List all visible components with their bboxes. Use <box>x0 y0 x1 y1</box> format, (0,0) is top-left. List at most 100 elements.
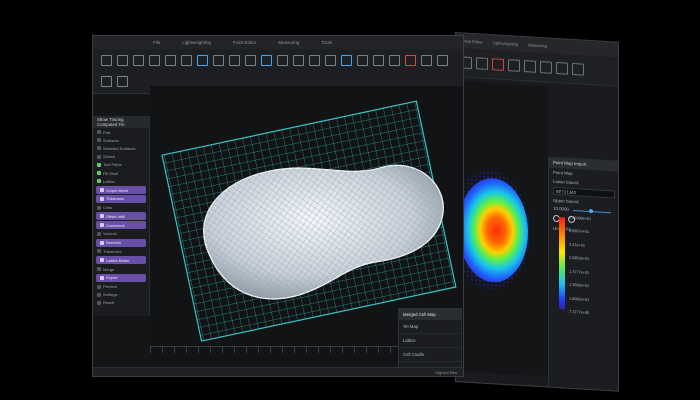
grid-icon[interactable] <box>293 55 304 67</box>
node-icon <box>97 146 101 151</box>
redo-icon[interactable] <box>165 55 176 67</box>
tree-header[interactable]: Show Tracing Computed Fin <box>93 116 149 128</box>
offset-icon[interactable] <box>325 55 336 67</box>
undo-icon[interactable] <box>149 55 160 67</box>
tree-item[interactable]: Conformal <box>96 221 146 230</box>
cell-map-panel: Merged Cell Map Tet Map Lattice Cell Cra… <box>398 308 462 376</box>
legend-value: 2.0953e+01 <box>569 256 590 262</box>
tree-item-label: Fill Shell <box>103 170 119 176</box>
select-icon[interactable] <box>181 55 192 67</box>
tree-item[interactable]: Export <box>96 273 146 282</box>
front-tab-bar: File Lightweighting Point Editor Measuri… <box>93 36 463 49</box>
resolution-status[interactable]: Highest Res <box>435 370 457 375</box>
tree-item[interactable]: Result <box>93 299 149 307</box>
save-icon[interactable] <box>133 55 144 67</box>
tree-item[interactable]: Remesh <box>96 238 146 247</box>
legend-value: 1.3688e+01 <box>569 282 590 289</box>
rotate-icon[interactable] <box>437 55 448 67</box>
cell-map-option[interactable]: Cell Cradle <box>399 348 461 362</box>
tree-item[interactable]: Thickened <box>93 247 149 255</box>
cube-icon[interactable] <box>229 55 240 67</box>
timeline-ruler[interactable] <box>150 346 400 353</box>
slider-knob[interactable] <box>589 208 593 213</box>
tree-item-label: Conformal <box>106 222 125 228</box>
tree-item[interactable]: Sketch <box>93 153 149 161</box>
tree-item-label: Thickness <box>106 196 125 202</box>
scale-icon[interactable] <box>524 60 536 73</box>
tree-item[interactable]: Surfaces <box>93 136 149 144</box>
tree-item-label: Lattice Beam <box>106 257 130 263</box>
back-tab-lightweighting[interactable]: Lightweighting <box>493 40 519 47</box>
tree-item[interactable]: Merge <box>93 265 149 273</box>
slice-icon[interactable] <box>309 55 320 67</box>
tree-item[interactable]: Lattice <box>93 177 149 185</box>
node-icon <box>100 214 104 219</box>
tab-measuring[interactable]: Measuring <box>278 40 299 45</box>
move-icon[interactable] <box>508 59 520 72</box>
cut-icon[interactable] <box>101 75 112 87</box>
sphere-icon[interactable] <box>277 55 288 67</box>
cylinder-icon[interactable] <box>261 55 272 67</box>
export-icon[interactable] <box>117 75 128 87</box>
tree-item-label: Surfaces <box>103 137 119 143</box>
tree-item-label: Settings <box>103 292 118 298</box>
tree-item[interactable]: Graph Mesh <box>96 185 146 195</box>
lattice-icon[interactable] <box>197 55 208 67</box>
measure-icon[interactable] <box>421 55 432 67</box>
tree-item-label: Offset Infill <box>106 213 125 219</box>
upper-bound-value: 10.0000 <box>553 205 569 212</box>
legend-value: 2.47e+01 <box>569 242 585 248</box>
open-icon[interactable] <box>117 55 128 67</box>
legend-value: 7.7277e+00 <box>569 309 590 315</box>
node-icon <box>100 240 104 245</box>
back-tab-point-editor[interactable]: Point Editor <box>462 38 483 44</box>
tree-item[interactable]: Cells <box>93 203 149 211</box>
tree-item[interactable]: Part <box>93 128 149 136</box>
front-window: File Lightweighting Point Editor Measuri… <box>92 35 464 377</box>
tree-item[interactable]: Lattice Beam <box>96 256 146 265</box>
shell-icon[interactable] <box>357 55 368 67</box>
tree-item-label: Remesh <box>106 240 121 246</box>
back-tab-measuring[interactable]: Measuring <box>528 42 547 48</box>
cell-map-option[interactable]: Lattice <box>399 334 461 348</box>
mirror-icon[interactable] <box>556 62 568 75</box>
scale-icon[interactable] <box>389 55 400 67</box>
back-viewport[interactable] <box>455 81 548 377</box>
node-icon <box>100 275 104 280</box>
tab-tools[interactable]: Tools <box>321 40 332 45</box>
move-icon[interactable] <box>373 55 384 67</box>
tree-item-label: Preview <box>103 284 118 290</box>
tree-item[interactable]: Voronoi <box>93 230 149 238</box>
tree-item-label: Lattice <box>103 178 115 184</box>
tab-lightweighting[interactable]: Lightweighting <box>182 40 211 45</box>
node-icon <box>97 171 101 176</box>
node-icon <box>97 154 101 159</box>
box-icon[interactable] <box>476 57 488 70</box>
cell-map-option[interactable]: Tet Map <box>399 320 461 334</box>
cell-map-header[interactable]: Merged Cell Map <box>399 309 461 320</box>
node-icon <box>97 205 101 210</box>
node-icon <box>100 196 104 201</box>
tree-item[interactable]: Tool Paths <box>93 161 149 169</box>
tree-item[interactable]: Selected Surfaces <box>93 144 149 152</box>
node-icon <box>100 258 104 263</box>
tree-item[interactable]: Preview <box>93 283 149 291</box>
tree-item-label: Thickened <box>103 248 122 254</box>
tree-item-label: Result <box>103 300 115 306</box>
new-icon[interactable] <box>101 55 112 67</box>
back-window: Point Editor Lightweighting Measuring Po… <box>455 32 619 392</box>
measure-icon[interactable] <box>572 62 584 76</box>
fill-icon[interactable] <box>341 55 352 67</box>
box-icon[interactable] <box>245 55 256 67</box>
tab-file[interactable]: File <box>153 40 160 45</box>
tab-point-editor[interactable]: Point Editor <box>233 40 256 45</box>
pencil-icon[interactable] <box>405 55 416 67</box>
tree-item-label: Export <box>106 275 118 281</box>
tree-item[interactable]: Fill Shell <box>93 169 149 177</box>
rotate-icon[interactable] <box>540 61 552 74</box>
pencil-icon[interactable] <box>492 58 504 71</box>
tree-item[interactable]: Settings <box>93 291 149 299</box>
mesh-icon[interactable] <box>213 55 224 67</box>
tree-item[interactable]: Thickness <box>96 194 146 203</box>
tree-item[interactable]: Offset Infill <box>96 212 146 221</box>
